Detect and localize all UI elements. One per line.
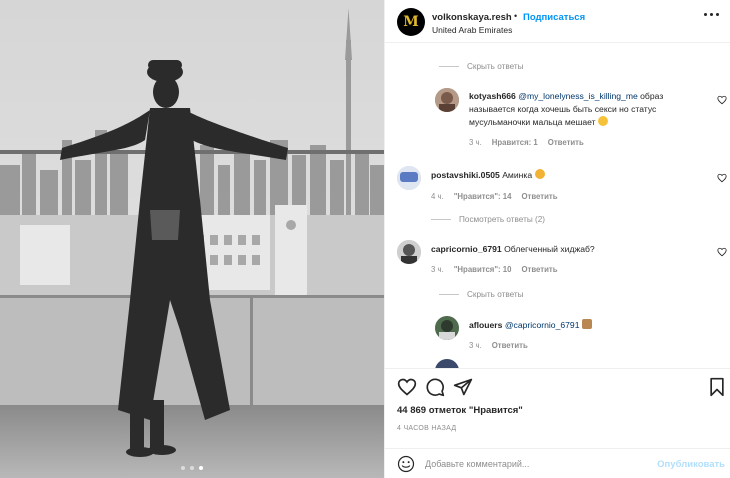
reply-text: aflouers @capricornio_6791 bbox=[469, 319, 709, 332]
commenter-username[interactable]: aflouers bbox=[469, 320, 502, 330]
heart-icon[interactable] bbox=[717, 173, 727, 183]
comments-list[interactable]: Скрыть ответы kotyash666 @my_lonelyness_… bbox=[385, 43, 730, 368]
commenter-avatar[interactable] bbox=[435, 316, 459, 340]
heart-icon[interactable] bbox=[717, 95, 727, 105]
replies-divider bbox=[439, 294, 459, 295]
heart-icon[interactable] bbox=[717, 247, 727, 257]
carousel-dot-active bbox=[199, 466, 203, 470]
commenter-username[interactable]: capricornio_6791 bbox=[431, 244, 502, 254]
replies-divider bbox=[439, 66, 459, 67]
carousel-indicator bbox=[0, 466, 384, 470]
comment-body: Облегченный хиджаб? bbox=[504, 244, 595, 254]
avatar-photo bbox=[435, 316, 459, 340]
commenter-username[interactable]: kotyash666 bbox=[469, 91, 516, 101]
carousel-dot bbox=[181, 466, 185, 470]
commenter-avatar[interactable] bbox=[397, 240, 421, 264]
bookmark-icon[interactable] bbox=[707, 377, 727, 397]
comment-likes[interactable]: Нравится: 1 bbox=[492, 138, 538, 147]
post-time-ago[interactable]: 4 ЧАСОВ НАЗАД bbox=[397, 425, 456, 432]
likes-count[interactable]: 44 869 отметок "Нравится" bbox=[397, 405, 523, 416]
commenter-username[interactable]: postavshiki.0505 bbox=[431, 170, 500, 180]
reply-meta: 3 ч. Ответить bbox=[469, 341, 528, 350]
reply-button[interactable]: Ответить bbox=[548, 138, 584, 147]
comment-time[interactable]: 4 ч. bbox=[431, 192, 444, 201]
comment-likes[interactable]: "Нравится": 14 bbox=[454, 192, 512, 201]
post-side-panel: M volkonskaya.reshe • Подписаться United… bbox=[384, 0, 730, 478]
post-header: M volkonskaya.reshe • Подписаться United… bbox=[385, 0, 730, 43]
comment-meta: 3 ч. "Нравится": 10 Ответить bbox=[431, 265, 558, 274]
carousel-dot bbox=[190, 466, 194, 470]
view-replies-label: Посмотреть ответы (2) bbox=[459, 215, 545, 224]
view-replies-button[interactable]: Посмотреть ответы (2) bbox=[431, 215, 545, 224]
reply-button[interactable]: Ответить bbox=[492, 341, 528, 350]
hide-replies-button[interactable]: Скрыть ответы bbox=[439, 62, 524, 71]
comment-time[interactable]: 3 ч. bbox=[469, 138, 482, 147]
emoji-icon bbox=[534, 169, 545, 179]
share-icon[interactable] bbox=[453, 377, 473, 397]
commenter-avatar[interactable] bbox=[397, 166, 421, 190]
comment-meta: 4 ч. "Нравится": 14 Ответить bbox=[431, 192, 558, 201]
commenter-avatar[interactable] bbox=[435, 359, 459, 368]
reply-button[interactable]: Ответить bbox=[521, 192, 557, 201]
comment-text: postavshiki.0505 Аминка bbox=[431, 169, 691, 182]
add-comment-input[interactable] bbox=[425, 456, 645, 472]
comment-body: Аминка bbox=[502, 170, 533, 180]
hide-replies-label: Скрыть ответы bbox=[467, 290, 524, 299]
header-separator: • bbox=[514, 11, 518, 21]
author-username[interactable]: volkonskaya.reshe bbox=[432, 12, 512, 23]
author-avatar[interactable]: M bbox=[397, 8, 425, 36]
hide-replies-label: Скрыть ответы bbox=[467, 62, 524, 71]
follow-button[interactable]: Подписаться bbox=[523, 12, 585, 23]
avatar-photo bbox=[397, 240, 421, 264]
add-comment-bar: Опубликовать bbox=[385, 448, 730, 478]
post-photo[interactable] bbox=[0, 0, 384, 478]
avatar-photo bbox=[435, 359, 459, 368]
comment-likes[interactable]: "Нравится": 10 bbox=[454, 265, 512, 274]
emoji-icon bbox=[598, 116, 609, 126]
reply-button[interactable]: Ответить bbox=[521, 265, 557, 274]
commenter-avatar[interactable] bbox=[435, 88, 459, 112]
replies-divider bbox=[431, 219, 451, 220]
post-location[interactable]: United Arab Emirates bbox=[432, 25, 512, 35]
thumbs-up-icon bbox=[581, 319, 592, 329]
comment-time[interactable]: 3 ч. bbox=[469, 341, 482, 350]
mention-link[interactable]: @capricornio_6791 bbox=[505, 320, 580, 330]
reply-text: kotyash666 @my_lonelyness_is_killing_me … bbox=[469, 90, 709, 129]
reply-text-line2: называется когда хочешь быть секси но ст… bbox=[469, 104, 657, 114]
reply-meta: 3 ч. Нравится: 1 Ответить bbox=[469, 138, 584, 147]
more-icon[interactable] bbox=[704, 13, 719, 16]
avatar-photo bbox=[397, 166, 421, 190]
comment-time[interactable]: 3 ч. bbox=[431, 265, 444, 274]
photo-image bbox=[0, 0, 384, 478]
avatar-photo bbox=[435, 88, 459, 112]
like-heart-icon[interactable] bbox=[397, 377, 417, 397]
post-actions-bar bbox=[385, 368, 730, 404]
avatar-logo-letter: M bbox=[403, 14, 419, 30]
instagram-post-view: M volkonskaya.reshe • Подписаться United… bbox=[0, 0, 730, 478]
reply-text-line3: мусульманочки мальца мешает bbox=[469, 117, 596, 127]
mention-link[interactable]: @my_lonelyness_is_killing_me bbox=[518, 91, 638, 101]
emoji-picker-icon[interactable] bbox=[397, 455, 415, 473]
hide-replies-button[interactable]: Скрыть ответы bbox=[439, 290, 524, 299]
comment-text: capricornio_6791 Облегченный хиджаб? bbox=[431, 243, 691, 256]
reply-text-line1: образ bbox=[640, 91, 664, 101]
comment-icon[interactable] bbox=[425, 377, 445, 397]
publish-button[interactable]: Опубликовать bbox=[657, 459, 725, 470]
